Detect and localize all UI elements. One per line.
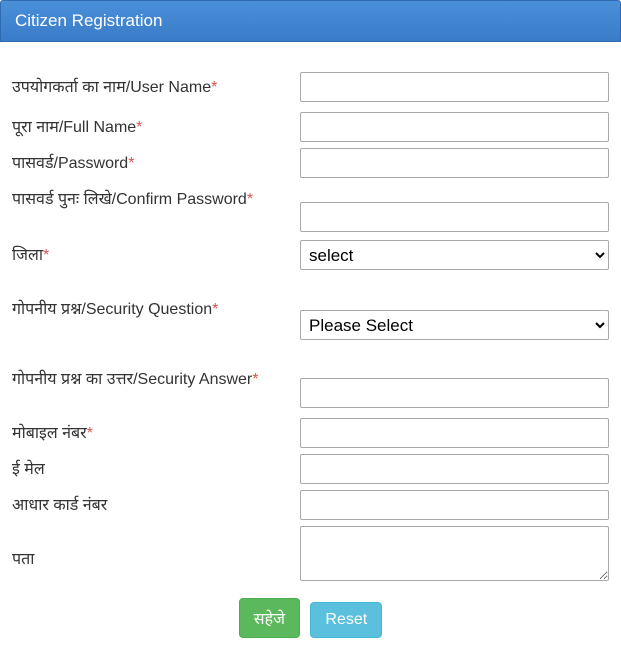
username-label: उपयोगकर्ता का नाम/User Name*	[12, 72, 290, 100]
district-select[interactable]: select	[300, 240, 609, 270]
label-text: ई मेल	[12, 461, 45, 478]
required-mark: *	[211, 79, 217, 96]
required-mark: *	[87, 425, 93, 442]
label-text: पासवर्ड पुनः लिखे/Confirm Password	[12, 191, 247, 208]
email-input[interactable]	[300, 454, 609, 484]
aadhaar-label: आधार कार्ड नंबर	[12, 490, 290, 518]
username-input[interactable]	[300, 72, 609, 102]
security-answer-label: गोपनीय प्रश्न का उत्तर/Security Answer*	[12, 364, 290, 392]
label-text: गोपनीय प्रश्न/Security Question	[12, 301, 212, 318]
required-mark: *	[212, 301, 218, 318]
confirm-password-input[interactable]	[300, 202, 609, 232]
confirm-password-label: पासवर्ड पुनः लिखे/Confirm Password*	[12, 184, 290, 212]
label-text: आधार कार्ड नंबर	[12, 497, 107, 514]
security-question-label: गोपनीय प्रश्न/Security Question*	[12, 294, 290, 322]
reset-button[interactable]: Reset	[310, 602, 382, 638]
label-text: गोपनीय प्रश्न का उत्तर/Security Answer	[12, 371, 252, 388]
security-answer-input[interactable]	[300, 378, 609, 408]
label-text: पासवर्ड/Password	[12, 155, 128, 172]
required-mark: *	[43, 247, 49, 264]
required-mark: *	[136, 119, 142, 136]
label-text: उपयोगकर्ता का नाम/User Name	[12, 79, 211, 96]
district-label: जिला*	[12, 240, 290, 268]
email-label: ई मेल	[12, 454, 290, 482]
password-input[interactable]	[300, 148, 609, 178]
security-question-select[interactable]: Please Select	[300, 310, 609, 340]
label-text: पूरा नाम/Full Name	[12, 119, 136, 136]
mobile-label: मोबाइल नंबर*	[12, 418, 290, 446]
address-label: पता	[12, 526, 290, 572]
save-button[interactable]: सहेजे	[239, 598, 300, 638]
registration-form: उपयोगकर्ता का नाम/User Name* पूरा नाम/Fu…	[0, 42, 621, 648]
required-mark: *	[128, 155, 134, 172]
address-textarea[interactable]	[300, 526, 609, 581]
button-row: सहेजे Reset	[12, 598, 609, 638]
required-mark: *	[247, 191, 253, 208]
label-text: पता	[12, 551, 34, 568]
label-text: जिला	[12, 247, 43, 264]
fullname-input[interactable]	[300, 112, 609, 142]
aadhaar-input[interactable]	[300, 490, 609, 520]
required-mark: *	[252, 371, 258, 388]
page-header: Citizen Registration	[0, 0, 621, 42]
label-text: मोबाइल नंबर	[12, 425, 87, 442]
password-label: पासवर्ड/Password*	[12, 148, 290, 176]
fullname-label: पूरा नाम/Full Name*	[12, 112, 290, 140]
mobile-input[interactable]	[300, 418, 609, 448]
page-title: Citizen Registration	[15, 11, 162, 30]
